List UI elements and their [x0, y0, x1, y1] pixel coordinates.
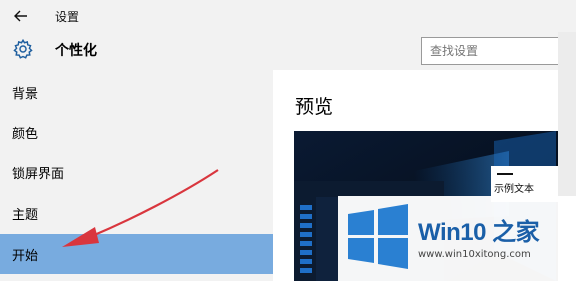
window-title: 设置	[55, 10, 80, 24]
watermark-brand: Win10 之家	[418, 219, 540, 246]
gear-icon	[13, 38, 33, 59]
windows-logo-icon	[348, 204, 408, 269]
back-button[interactable]	[10, 6, 32, 26]
sidebar-item-lock-screen[interactable]: 锁屏界面	[0, 152, 273, 192]
search-input[interactable]	[421, 37, 561, 65]
window-dash	[497, 173, 513, 175]
sidebar-item-background[interactable]: 背景	[0, 72, 273, 112]
sidebar-item-start[interactable]: 开始	[0, 234, 273, 274]
settings-window: 设置 个性化 背景 颜色 锁屏界面 主题 开始 预览	[0, 0, 576, 281]
sidebar-item-label: 锁屏界面	[12, 166, 65, 182]
page-title: 个性化	[55, 43, 97, 59]
sidebar-item-colors[interactable]: 颜色	[0, 112, 273, 152]
sidebar-item-themes[interactable]: 主题	[0, 193, 273, 233]
back-arrow-icon	[14, 10, 27, 22]
sidebar: 背景 颜色 锁屏界面 主题 开始	[0, 70, 273, 281]
preview-heading: 预览	[295, 96, 334, 118]
title-bar: 设置	[0, 0, 560, 32]
sidebar-item-label: 颜色	[12, 126, 39, 142]
watermark-url: www.win10xitong.com	[418, 249, 531, 260]
header-row: 个性化	[0, 32, 576, 70]
sidebar-item-label: 主题	[12, 207, 39, 223]
sidebar-item-label: 背景	[12, 86, 39, 102]
sample-text: 示例文本	[494, 184, 534, 195]
sidebar-item-label: 开始	[12, 248, 39, 264]
watermark: Win10 之家 www.win10xitong.com	[338, 196, 576, 281]
